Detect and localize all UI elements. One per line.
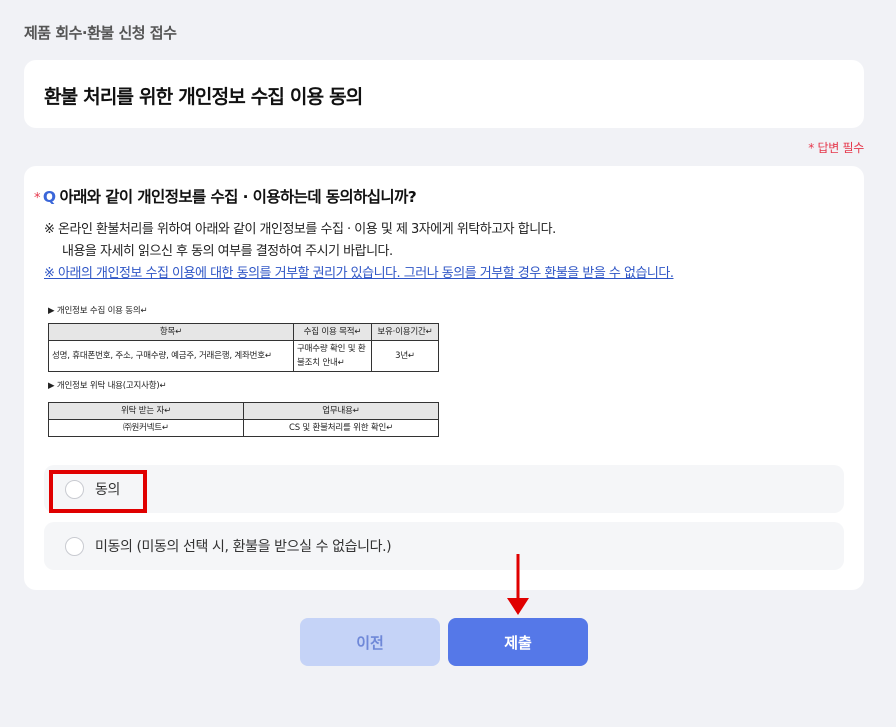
question-title: * Q 아래와 같이 개인정보를 수집 · 이용하는데 동의하십니까? [34, 185, 417, 207]
collection-header-item: 항목↵ [48, 323, 294, 341]
section-title-card: 환불 처리를 위한 개인정보 수집 이용 동의 [24, 60, 864, 128]
collection-header-purpose: 수집 이용 목적↵ [293, 323, 372, 341]
collection-cell-purpose: 구매수량 확인 및 환불조치 안내↵ [293, 340, 372, 372]
desc-line-2: 내용을 자세히 읽으신 후 동의 여부를 결정하여 주시기 바랍니다. [62, 244, 393, 259]
collection-cell-period: 3년↵ [371, 340, 439, 372]
prev-button[interactable]: 이전 [300, 618, 440, 666]
trust-cell-task: CS 및 환불처리를 위한 확인↵ [243, 419, 439, 437]
submit-button[interactable]: 제출 [448, 618, 588, 666]
collection-header-period: 보유·이용기간↵ [371, 323, 439, 341]
question-description: ※ 온라인 환불처리를 위하여 아래와 같이 개인정보를 수집 · 이용 및 제… [44, 219, 674, 285]
section-title: 환불 처리를 위한 개인정보 수집 이용 동의 [44, 86, 363, 108]
question-prefix: Q [42, 188, 56, 206]
page-header: 제품 회수·환불 신청 접수 [24, 24, 177, 42]
collection-cell-item: 성명, 휴대폰번호, 주소, 구매수량, 예금주, 거래은행, 계좌번호↵ [48, 340, 294, 372]
desc-line-1: ※ 온라인 환불처리를 위하여 아래와 같이 개인정보를 수집 · 이용 및 제… [44, 222, 556, 237]
collection-table: 항목↵ 수집 이용 목적↵ 보유·이용기간↵ 성명, 휴대폰번호, 주소, 구매… [48, 323, 439, 372]
required-note: * 답변 필수 [808, 141, 864, 155]
required-star: * [34, 191, 40, 206]
trust-header-trustee: 위탁 받는 자↵ [48, 402, 244, 420]
annotation-arrow-down-icon [507, 554, 529, 615]
question-text: 아래와 같이 개인정보를 수집 · 이용하는데 동의하십니까? [59, 188, 417, 206]
doc-section1-label: ▶ 개인정보 수집 이용 동의↵ [48, 306, 148, 316]
question-card: * Q 아래와 같이 개인정보를 수집 · 이용하는데 동의하십니까? ※ 온라인 … [24, 166, 864, 590]
radio-disagree[interactable] [65, 537, 84, 556]
desc-notice-link[interactable]: ※ 아래의 개인정보 수집 이용에 대한 동의를 거부할 권리가 있습니다. 그… [44, 263, 674, 285]
option-disagree[interactable]: 미동의 (미동의 선택 시, 환불을 받으실 수 없습니다.) [44, 522, 844, 570]
option-disagree-label: 미동의 (미동의 선택 시, 환불을 받으실 수 없습니다.) [95, 539, 392, 555]
trust-cell-trustee: ㈜원커넥트↵ [48, 419, 244, 437]
trust-table: 위탁 받는 자↵ 업무내용↵ ㈜원커넥트↵ CS 및 환불처리를 위한 확인↵ [48, 402, 439, 437]
trust-header-task: 업무내용↵ [243, 402, 439, 420]
option-agree[interactable]: 동의 [44, 465, 844, 513]
doc-section2-label: ▶ 개인정보 위탁 내용(고지사항)↵ [48, 381, 167, 391]
consent-document-image: ▶ 개인정보 수집 이용 동의↵ 항목↵ 수집 이용 목적↵ 보유·이용기간↵ … [48, 303, 448, 437]
annotation-highlight-box [49, 470, 147, 513]
